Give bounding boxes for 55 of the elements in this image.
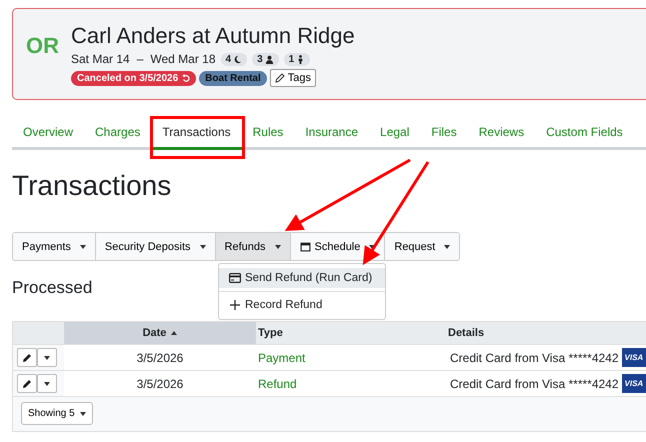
page-title: Transactions xyxy=(12,170,172,202)
card-logo: VISA xyxy=(622,348,646,367)
table-cell-text: 3/5/2026 xyxy=(136,376,184,392)
caret-button[interactable] xyxy=(37,348,57,367)
tab[interactable]: Overview xyxy=(12,121,84,147)
tag-badge: Boat Rental xyxy=(199,70,267,86)
tab[interactable]: Custom Fields xyxy=(535,121,634,147)
adults-count: 3 xyxy=(252,52,279,66)
nights-count: 4 xyxy=(220,52,248,66)
table-cell-text: Payment xyxy=(257,350,306,366)
end-date: Wed Mar 18 xyxy=(150,52,216,66)
tab[interactable]: Insurance xyxy=(294,121,370,147)
reservation-title: Carl Anders at Autumn Ridge xyxy=(71,23,355,49)
pencil-icon xyxy=(22,378,32,388)
menu-item[interactable]: Record Refund xyxy=(219,295,385,315)
tab[interactable]: Reviews xyxy=(468,121,536,147)
tab[interactable]: Files xyxy=(420,121,468,147)
dropdown-button[interactable]: Request xyxy=(385,233,460,260)
tab[interactable]: Charges xyxy=(84,121,152,147)
column-header[interactable]: Details xyxy=(446,322,646,344)
dropdown-button[interactable]: Payments xyxy=(13,233,96,260)
section-title: Processed xyxy=(12,278,92,298)
pencil-icon xyxy=(274,73,285,83)
table-cell-text: Refund xyxy=(257,376,298,392)
status-badge: Canceled on 3/5/2026 xyxy=(71,70,196,86)
plus-icon xyxy=(229,300,241,310)
card-logo: VISA xyxy=(622,374,646,393)
table-cell: Credit Card from Visa *****4242 xyxy=(450,350,619,364)
child-icon xyxy=(296,54,306,64)
pencil-icon xyxy=(22,352,32,362)
tags-button[interactable]: Tags xyxy=(270,69,316,87)
calendar-icon xyxy=(300,241,310,252)
page-size-dropdown[interactable]: Showing 5 xyxy=(21,402,93,425)
children-count: 1 xyxy=(284,52,310,66)
start-date: Sat Mar 14 xyxy=(71,52,130,66)
dropdown-button[interactable]: Schedule xyxy=(290,233,386,260)
person-icon xyxy=(264,54,274,64)
tab[interactable]: Legal xyxy=(369,121,420,147)
column-header[interactable]: Date xyxy=(64,322,256,344)
table-cell-text: 3/5/2026 xyxy=(136,350,184,366)
undo-icon xyxy=(181,74,190,82)
table-cell: Credit Card from Visa *****4242 xyxy=(450,376,619,390)
tab[interactable]: Transactions xyxy=(151,121,242,150)
caret-button[interactable] xyxy=(37,374,57,393)
dropdown-button[interactable]: Security Deposits xyxy=(96,233,216,260)
moon-icon xyxy=(233,54,242,64)
column-header[interactable]: Type xyxy=(256,322,446,344)
date-separator: – xyxy=(136,52,144,66)
menu-item[interactable]: Send Refund (Run Card) xyxy=(219,268,385,288)
dropdown-button[interactable]: Refunds xyxy=(216,233,290,260)
tab[interactable]: Rules xyxy=(242,121,294,147)
edit-button[interactable] xyxy=(17,348,37,367)
credit-card-icon xyxy=(229,273,241,283)
logo: OR xyxy=(26,33,59,59)
edit-button[interactable] xyxy=(17,374,37,393)
